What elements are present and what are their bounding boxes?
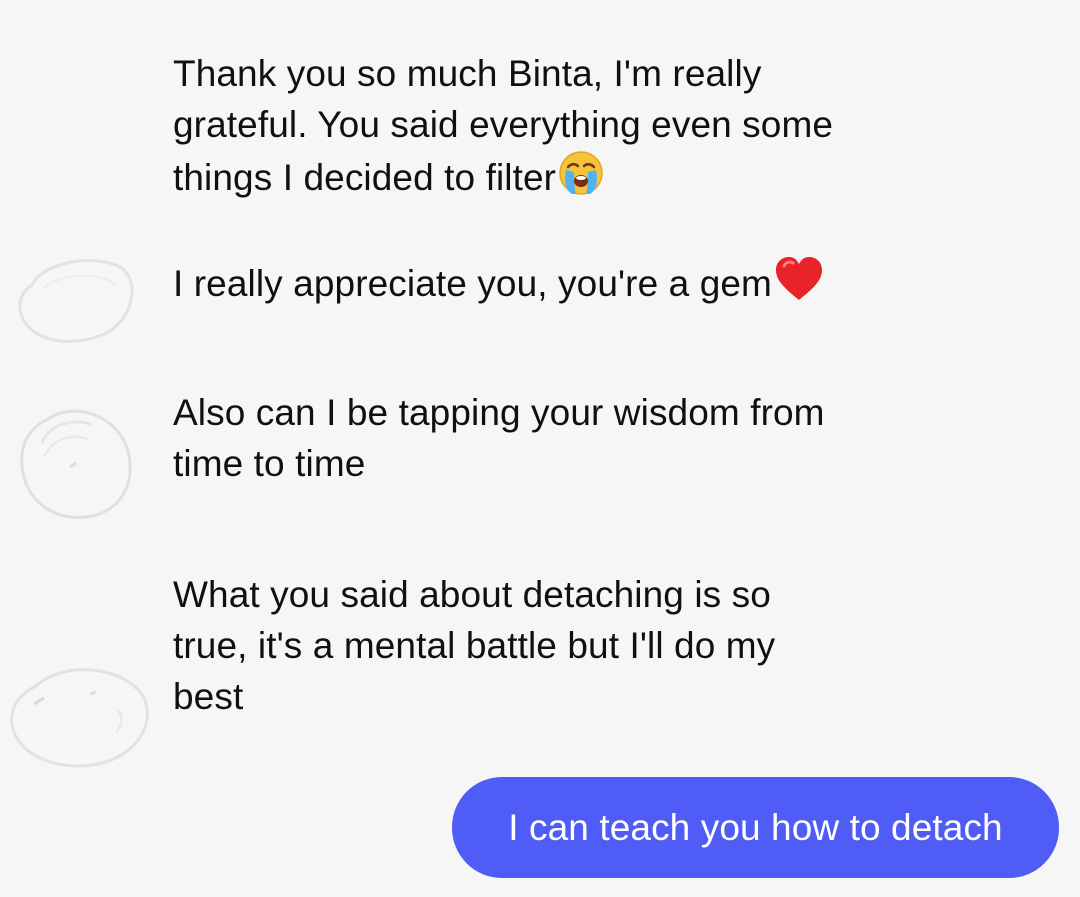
message-line: What you said about detaching is so xyxy=(173,574,771,615)
message-line: Thank you so much Binta, I'm really xyxy=(173,53,762,94)
red-heart-emoji xyxy=(774,256,824,315)
message-line: time to time xyxy=(173,443,366,484)
message-line: best xyxy=(173,676,244,717)
sender-avatar-redacted-2 xyxy=(20,409,132,519)
incoming-message[interactable]: Also can I be tapping your wisdom from t… xyxy=(173,387,825,489)
outgoing-message-text: I can teach you how to detach xyxy=(508,807,1003,848)
message-line: things I decided to filter xyxy=(173,150,833,209)
crying-face-emoji xyxy=(558,150,604,209)
message-line: Also can I be tapping your wisdom from xyxy=(173,392,825,433)
sender-avatar-redacted-3 xyxy=(10,668,149,768)
message-line: grateful. You said everything even some xyxy=(173,104,834,145)
outgoing-message-bubble[interactable]: I can teach you how to detach xyxy=(452,777,1059,878)
incoming-message[interactable]: Thank you so much Binta, I'm really grat… xyxy=(173,48,833,209)
message-line: true, it's a mental battle but I'll do m… xyxy=(173,625,776,666)
incoming-message[interactable]: I really appreciate you, you're a gem xyxy=(173,256,824,315)
message-line: I really appreciate you, you're a gem xyxy=(173,256,824,315)
sender-avatar-redacted-1 xyxy=(18,259,134,343)
incoming-message[interactable]: What you said about detaching is so true… xyxy=(173,569,775,722)
